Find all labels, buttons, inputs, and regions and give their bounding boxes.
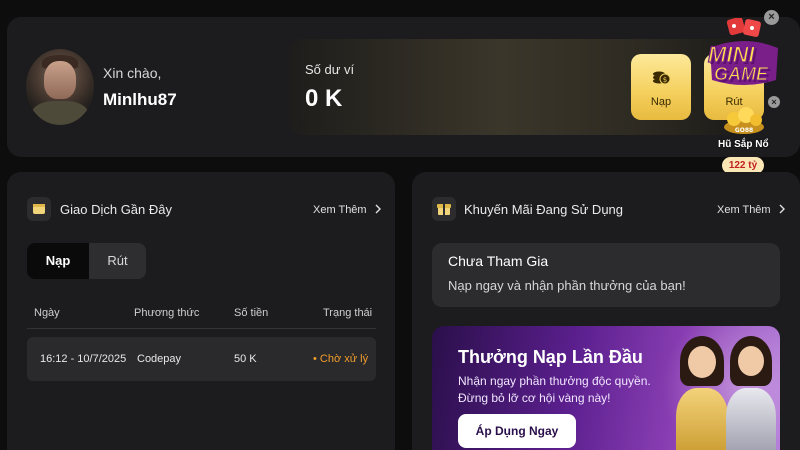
promotion-status-desc: Nạp ngay và nhận phần thưởng của bạn!: [448, 278, 686, 293]
promotions-see-more-link[interactable]: Xem Thêm: [717, 204, 786, 216]
greeting-text: Xin chào,: [103, 65, 162, 81]
transactions-see-more-link[interactable]: Xem Thêm: [313, 204, 382, 216]
banner-line-1: Nhận ngay phần thưởng độc quyền.: [458, 374, 651, 388]
table-divider: [27, 328, 376, 329]
banner-model-image: [672, 336, 732, 450]
svg-text:$: $: [663, 76, 667, 84]
column-header-method: Phương thức: [134, 307, 200, 319]
row-method: Codepay: [137, 353, 182, 365]
promotions-title: Khuyến Mãi Đang Sử Dụng: [464, 202, 624, 217]
column-header-amount: Số tiền: [234, 307, 269, 319]
wallet-label: Số dư ví: [305, 62, 355, 77]
jackpot-badge-text: GO88: [735, 127, 753, 134]
column-header-date: Ngày: [34, 307, 60, 319]
wallet-value: 0 K: [305, 85, 343, 112]
banner-model-image-2: [724, 336, 780, 450]
gift-icon: [432, 197, 456, 221]
promotions-see-more-label: Xem Thêm: [717, 204, 771, 216]
transactions-title: Giao Dịch Gần Đây: [60, 202, 172, 217]
avatar[interactable]: [26, 49, 94, 125]
deposit-button-label: Nạp: [650, 96, 672, 108]
row-status: • Chờ xử lý: [313, 353, 369, 365]
row-amount: 50 K: [234, 353, 257, 365]
wallet-icon: [27, 197, 51, 221]
promotion-status-title: Chưa Tham Gia: [448, 253, 549, 269]
apply-now-button[interactable]: Áp Dụng Ngay: [458, 414, 576, 448]
avatar-suit: [32, 101, 88, 125]
username: Minlhu87: [103, 90, 177, 109]
banner-line-2: Đừng bỏ lỡ cơ hội vàng này!: [458, 391, 611, 405]
row-date: 16:12 - 10/7/2025: [40, 353, 127, 365]
deposit-button[interactable]: $ Nạp: [631, 54, 691, 120]
chevron-right-icon: [779, 204, 785, 214]
tab-deposit[interactable]: Nạp: [27, 243, 89, 279]
close-jackpot-icon[interactable]: ×: [768, 96, 780, 108]
minigame-widget[interactable]: MINI GAME: [700, 8, 796, 180]
chevron-right-icon: [375, 204, 381, 214]
avatar-face: [44, 61, 76, 99]
transactions-see-more-label: Xem Thêm: [313, 204, 367, 216]
close-icon[interactable]: ×: [764, 10, 779, 25]
column-header-status: Trạng thái: [323, 307, 373, 319]
jackpot-label: Hũ Sắp Nổ: [718, 139, 769, 150]
coin-icon: $: [653, 71, 671, 85]
jackpot-coins-icon: GO88: [724, 107, 764, 134]
banner-title: Thưởng Nạp Lần Đầu: [458, 347, 643, 367]
minigame-logo-line2: GAME: [713, 63, 768, 84]
tab-withdraw[interactable]: Rút: [89, 243, 146, 279]
